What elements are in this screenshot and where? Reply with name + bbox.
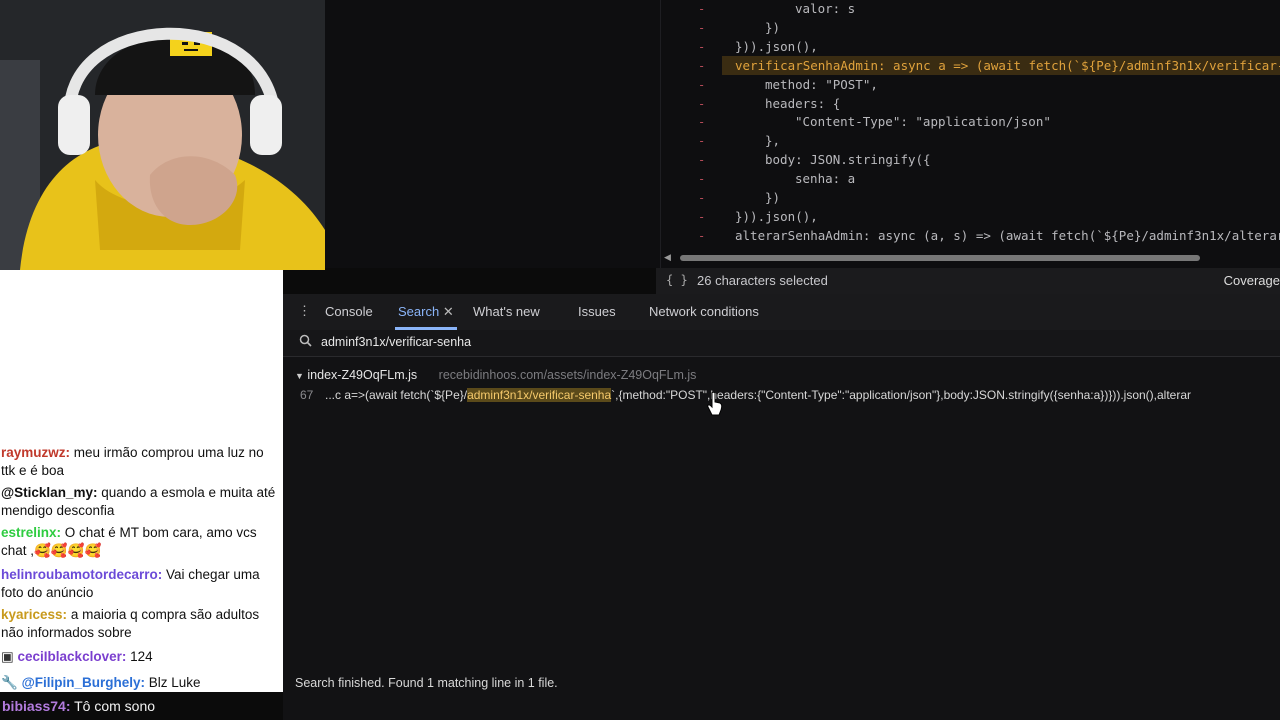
webcam-feed	[0, 0, 325, 270]
code-line: headers: {	[765, 95, 841, 111]
code-editor[interactable]: - valor: s -}) -})).json(), - verificarSenhaA…	[325, 0, 1280, 268]
chat-message: estrelinx: O chat é MT bom cara, amo vcs…	[1, 524, 279, 560]
tab-whats-new[interactable]: What's new	[473, 304, 540, 319]
search-icon	[299, 334, 312, 347]
code-line: verificarSenhaAdmin: async a => (await f…	[722, 55, 1280, 75]
pretty-print-icon[interactable]: { }	[666, 273, 688, 287]
result-file-path: recebidinhoos.com/assets/index-Z49OqFLm.…	[438, 368, 697, 382]
horizontal-scrollbar[interactable]: ◀	[660, 252, 1280, 262]
tab-issues[interactable]: Issues	[578, 304, 616, 319]
chat-username: bibiass74:	[2, 698, 71, 714]
tab-search-label: Search	[398, 304, 440, 319]
chat-message: kyaricess: a maioria q compra são adulto…	[1, 606, 279, 642]
scrollbar-thumb[interactable]	[680, 255, 1200, 261]
tab-search[interactable]: Search ✕	[398, 304, 454, 320]
code-line: })).json(),	[735, 38, 818, 54]
selection-count: 26 characters selected	[697, 273, 828, 288]
code-line: },	[765, 133, 781, 149]
coverage-button[interactable]: Coverage	[1224, 273, 1280, 288]
streamer-image	[0, 0, 325, 270]
devtools-drawer: ⋮ Console Search ✕ What's new Issues Net…	[283, 294, 1280, 720]
code-line: body: JSON.stringify({	[765, 152, 931, 168]
result-file[interactable]: ▼ index-Z49OqFLm.js recebidinhoos.com/as…	[295, 368, 696, 382]
chat-username[interactable]: estrelinx:	[1, 525, 61, 540]
expand-arrow-icon[interactable]: ▼	[295, 371, 304, 381]
editor-gutter	[660, 0, 661, 268]
chat-message: helinroubamotordecarro: Vai chegar uma f…	[1, 566, 279, 602]
close-icon[interactable]: ✕	[443, 304, 454, 319]
chat-username[interactable]: raymuzwz:	[1, 445, 70, 460]
code-line: alterarSenhaAdmin: async (a, s) => (awai…	[735, 227, 1280, 243]
result-line-number: 67	[300, 388, 314, 402]
code-line: })).json(),	[735, 208, 818, 224]
tab-network-conditions[interactable]: Network conditions	[649, 304, 759, 319]
code-line: })	[765, 19, 781, 35]
chat-username[interactable]: @Sticklan_my:	[1, 485, 97, 500]
code-line: })	[765, 190, 781, 205]
chat-text: Blz Luke	[144, 675, 201, 690]
chat-username[interactable]: @Filipin_Burghely:	[22, 675, 145, 690]
chat-message: @Sticklan_my: quando a esmola e muita at…	[1, 484, 279, 520]
search-input[interactable]: adminf3n1x/verificar-senha	[321, 335, 471, 349]
mouse-cursor-icon	[707, 392, 723, 416]
code-line: valor: s	[795, 1, 856, 16]
code-line: "Content-Type": "application/json"	[795, 114, 1051, 130]
tab-console[interactable]: Console	[325, 304, 373, 319]
chat-username[interactable]: kyaricess:	[1, 607, 67, 622]
chat-text: 124	[126, 649, 153, 664]
chat-text: Tô com sono	[70, 698, 156, 714]
chat-message: ▣ ceciIblackclover: 124	[1, 648, 279, 666]
drawer-tab-bar: ⋮ Console Search ✕ What's new Issues Net…	[283, 294, 1280, 331]
code-line: senha: a	[795, 171, 856, 187]
result-prefix: ...c a=>(await fetch(`${Pe}/	[325, 388, 468, 402]
badge-icon: ▣	[1, 649, 18, 664]
scroll-left-icon[interactable]: ◀	[664, 252, 671, 263]
diff-marker: -	[698, 58, 706, 73]
chat-username[interactable]: helinroubamotordecarro:	[1, 567, 162, 582]
chat-message: raymuzwz: meu irmão comprou uma luz no t…	[1, 444, 279, 480]
chat-latest-message: bibiass74: Tô com sono	[0, 692, 283, 720]
search-status: Search finished. Found 1 matching line i…	[295, 676, 558, 690]
result-line[interactable]: 67 ...c a=>(await fetch(`${Pe}/adminf3n1x…	[300, 388, 1191, 402]
more-tools-icon[interactable]: ⋮	[298, 303, 311, 319]
code-line: method: "POST",	[765, 76, 878, 92]
chat-message: 🔧 @Filipin_Burghely: Blz Luke	[1, 674, 279, 692]
search-bar[interactable]: adminf3n1x/verificar-senha	[283, 330, 1280, 357]
sources-status-bar: { } 26 characters selected Coverage	[656, 268, 1280, 294]
result-suffix: `,{method:"POST",headers:{"Content-Type"…	[611, 388, 1191, 402]
result-file-name: index-Z49OqFLm.js	[307, 368, 418, 382]
stream-chat: raymuzwz: meu irmão comprou uma luz no t…	[0, 270, 283, 692]
result-match: adminf3n1x/verificar-senha	[467, 388, 612, 402]
wrench-icon: 🔧	[1, 675, 22, 690]
chat-username[interactable]: ceciIblackclover:	[18, 649, 127, 664]
